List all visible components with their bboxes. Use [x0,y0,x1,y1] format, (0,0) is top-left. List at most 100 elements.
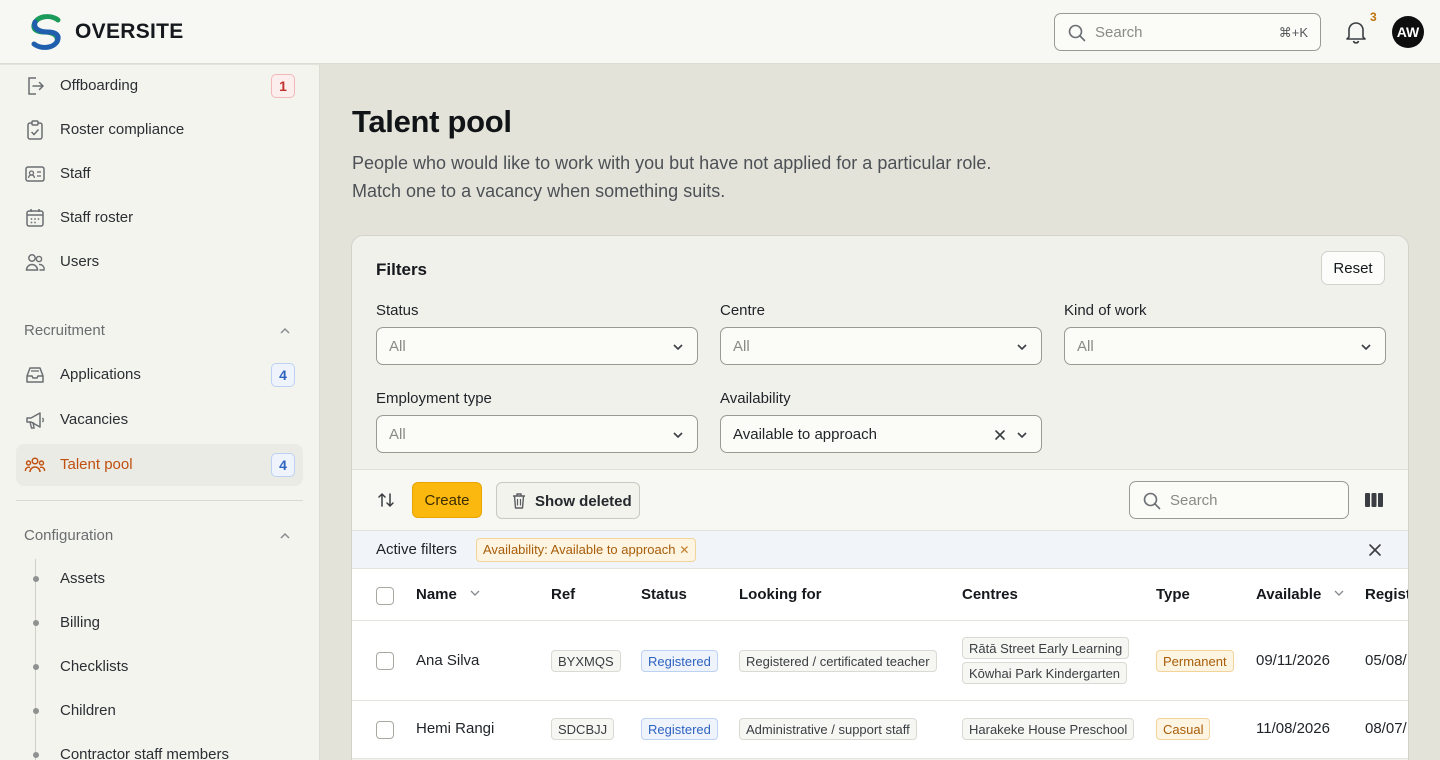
table-header: Name Ref Status Looking for Centres Type… [352,568,1408,621]
close-icon[interactable] [1368,543,1382,557]
sidebar-item-staff[interactable]: Staff [16,153,303,195]
row-checkbox[interactable] [376,721,394,739]
employment-type-filter-label: Employment type [376,390,492,407]
search-icon [1068,24,1086,42]
kind-of-work-filter-value: All [1077,338,1094,355]
column-header-centres[interactable]: Centres [962,586,1018,603]
active-filters-label: Active filters [376,541,457,558]
row-registered-date: 05/08/ [1365,652,1407,669]
row-checkbox[interactable] [376,652,394,670]
column-header-available[interactable]: Available [1256,586,1345,603]
column-header-name[interactable]: Name [416,586,481,603]
table-search-input[interactable]: Search [1129,481,1349,519]
clipboard-check-icon [27,120,43,140]
sidebar-item-children[interactable]: Children [16,691,303,731]
sort-icon[interactable] [376,490,396,510]
tree-dot [33,752,39,758]
row-centre-tag: Kōwhai Park Kindergarten [962,662,1128,684]
availability-filter-select[interactable]: Available to approach [720,415,1042,453]
row-status-badge: Registered [641,718,718,740]
sidebar-item-users[interactable]: Users [16,241,303,283]
global-search-input[interactable]: Search ⌘+K [1054,13,1321,51]
table-search-placeholder: Search [1170,492,1218,509]
sidebar-item-billing[interactable]: Billing [16,603,303,643]
status-filter-select[interactable]: All [376,327,698,365]
users-icon [25,254,45,271]
select-all-checkbox[interactable] [376,587,394,605]
tree-dot [33,708,39,714]
configuration-section-heading[interactable]: Configuration [24,527,113,544]
kind-of-work-filter-select[interactable]: All [1064,327,1386,365]
calendar-icon [26,209,44,227]
status-filter-value: All [389,338,406,355]
row-looking-for: Registered / certificated teacher [739,650,937,672]
employment-type-filter-select[interactable]: All [376,415,698,453]
show-deleted-button[interactable]: Show deleted [496,482,640,519]
table-row[interactable]: Ana Silva BYXMQS Registered Registered /… [352,621,1408,701]
oversite-logo-icon[interactable] [28,14,64,50]
talent-pool-count-badge: 4 [271,453,295,477]
chevron-down-icon [673,344,683,351]
active-filters-bar: Active filters Availability: Available t… [352,530,1408,568]
brand-name: OVERSITE [75,20,184,43]
column-header-looking-for[interactable]: Looking for [739,586,822,603]
remove-filter-icon[interactable]: ✕ [679,539,689,561]
megaphone-icon [26,412,44,429]
sidebar-item-vacancies[interactable]: Vacancies [16,399,303,441]
sidebar-item-label: Roster compliance [60,121,185,138]
chevron-down-icon [1017,432,1027,439]
row-status-badge: Registered [641,650,718,672]
sidebar-item-label: Staff roster [60,209,134,226]
sidebar-item-offboarding[interactable]: Offboarding 1 [16,65,303,107]
column-header-registered[interactable]: Regist [1365,586,1408,603]
sidebar-item-talent-pool[interactable]: Talent pool 4 [16,444,303,486]
sidebar-item-applications[interactable]: Applications 4 [16,354,303,396]
sidebar-item-assets[interactable]: Assets [16,559,303,599]
row-available-date: 09/11/2026 [1256,652,1330,669]
tree-dot [33,620,39,626]
people-group-icon [24,457,46,473]
bell-icon[interactable] [1343,19,1369,45]
sidebar-item-checklists[interactable]: Checklists [16,647,303,687]
tree-dot [33,576,39,582]
row-name[interactable]: Ana Silva [416,652,479,669]
chevron-down-icon [470,590,480,596]
search-icon [1143,492,1161,510]
sidebar-item-contractor-staff-members[interactable]: Contractor staff members [16,735,303,760]
active-filter-chip-text: Availability: Available to approach [483,542,676,557]
recruitment-section-heading[interactable]: Recruitment [24,322,105,339]
column-header-status[interactable]: Status [641,586,687,603]
sidebar-item-label: Contractor staff members [60,746,229,760]
chevron-down-icon [1334,590,1344,596]
active-filter-chip[interactable]: Availability: Available to approach ✕ [476,538,697,562]
logout-icon [28,77,45,95]
row-name[interactable]: Hemi Rangi [416,720,494,737]
show-deleted-label: Show deleted [535,493,632,510]
sidebar-item-roster-compliance[interactable]: Roster compliance [16,109,303,151]
user-avatar[interactable]: AW [1392,16,1424,48]
create-button[interactable]: Create [412,482,482,518]
columns-icon[interactable] [1364,492,1384,508]
chevron-up-icon[interactable] [278,529,292,543]
row-looking-for: Administrative / support staff [739,718,917,740]
chevron-down-icon [1017,344,1027,351]
sidebar-item-label: Assets [60,570,106,587]
row-ref: BYXMQS [551,650,621,672]
sidebar-item-staff-roster[interactable]: Staff roster [16,197,303,239]
page-title: Talent pool [352,104,512,139]
column-header-type[interactable]: Type [1156,586,1190,603]
table-toolbar: Create Show deleted Search [352,469,1408,531]
centre-filter-select[interactable]: All [720,327,1042,365]
applications-count-badge: 4 [271,363,295,387]
status-filter-label: Status [376,302,419,319]
chevron-down-icon [673,432,683,439]
table-row[interactable]: Hemi Rangi SDCBJJ Registered Administrat… [352,701,1408,759]
reset-filters-button[interactable]: Reset [1321,251,1385,285]
availability-filter-label: Availability [720,390,791,407]
tree-dot [33,664,39,670]
kind-of-work-filter-label: Kind of work [1064,302,1147,319]
column-header-ref[interactable]: Ref [551,586,575,603]
sidebar-item-label: Users [60,253,100,270]
clear-icon[interactable] [993,428,1007,442]
chevron-up-icon[interactable] [278,324,292,338]
